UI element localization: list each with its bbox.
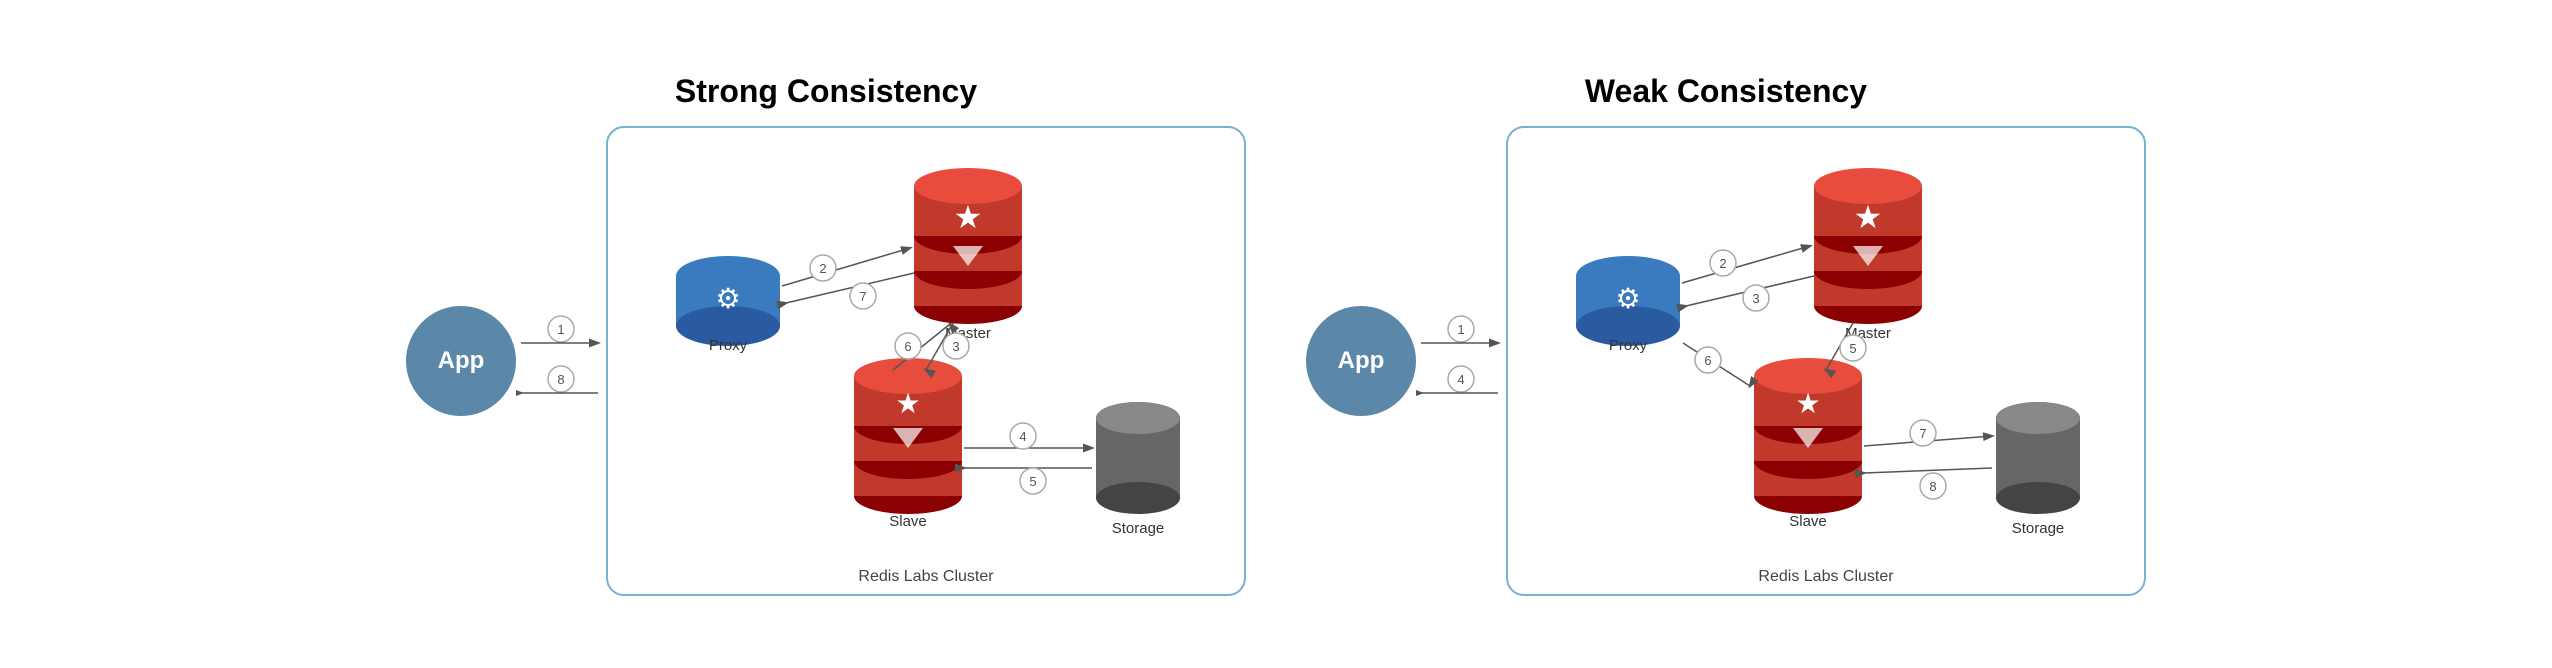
svg-text:Slave: Slave <box>1789 513 1827 530</box>
svg-text:⚙: ⚙ <box>1615 283 1640 314</box>
strong-cluster-label: Redis Labs Cluster <box>858 568 993 586</box>
strong-app-circle: App <box>406 306 516 416</box>
svg-text:7: 7 <box>859 289 866 304</box>
strong-cluster-box: ⚙ Proxy ★ <box>606 126 1246 596</box>
svg-text:5: 5 <box>1029 474 1036 489</box>
svg-text:6: 6 <box>904 339 911 354</box>
svg-text:Proxy: Proxy <box>1609 337 1648 354</box>
svg-text:5: 5 <box>1849 341 1856 356</box>
strong-cluster-svg: ⚙ Proxy ★ <box>608 128 1248 588</box>
strong-title: Strong Consistency <box>675 73 977 110</box>
weak-cluster-box: ⚙ Proxy ★ Master <box>1506 126 2146 596</box>
svg-text:4: 4 <box>1457 372 1464 387</box>
svg-text:1: 1 <box>1457 322 1464 337</box>
weak-diagram-wrapper: App 1 4 <box>1306 126 2146 596</box>
svg-text:4: 4 <box>1019 429 1026 444</box>
weak-title: Weak Consistency <box>1585 73 1867 110</box>
svg-text:7: 7 <box>1919 426 1926 441</box>
strong-consistency-section: Strong Consistency App 1 8 <box>406 73 1246 596</box>
weak-app-arrow: 1 4 <box>1416 301 1506 421</box>
strong-app-arrow: 1 8 <box>516 301 606 421</box>
svg-text:2: 2 <box>819 261 826 276</box>
svg-text:★: ★ <box>895 388 920 419</box>
main-container: Strong Consistency App 1 8 <box>0 0 2552 668</box>
svg-text:★: ★ <box>1854 199 1883 235</box>
svg-text:8: 8 <box>1929 479 1936 494</box>
svg-text:Storage: Storage <box>2012 520 2065 537</box>
weak-app-circle: App <box>1306 306 1416 416</box>
svg-text:2: 2 <box>1719 256 1726 271</box>
svg-text:1: 1 <box>557 322 564 337</box>
svg-text:3: 3 <box>1752 291 1759 306</box>
svg-text:★: ★ <box>1795 388 1820 419</box>
weak-consistency-section: Weak Consistency App 1 <box>1306 73 2146 596</box>
strong-app-label: App <box>438 347 485 375</box>
svg-text:6: 6 <box>1704 353 1711 368</box>
svg-text:Slave: Slave <box>889 513 927 530</box>
weak-app-label: App <box>1338 347 1385 375</box>
svg-text:Storage: Storage <box>1112 520 1165 537</box>
weak-cluster-label: Redis Labs Cluster <box>1758 568 1893 586</box>
weak-cluster-svg: ⚙ Proxy ★ Master <box>1508 128 2148 588</box>
svg-text:★: ★ <box>954 199 983 235</box>
svg-text:8: 8 <box>557 372 564 387</box>
strong-diagram-wrapper: App 1 8 <box>406 126 1246 596</box>
svg-text:Proxy: Proxy <box>709 337 748 354</box>
svg-text:3: 3 <box>952 339 959 354</box>
svg-text:⚙: ⚙ <box>715 283 740 314</box>
